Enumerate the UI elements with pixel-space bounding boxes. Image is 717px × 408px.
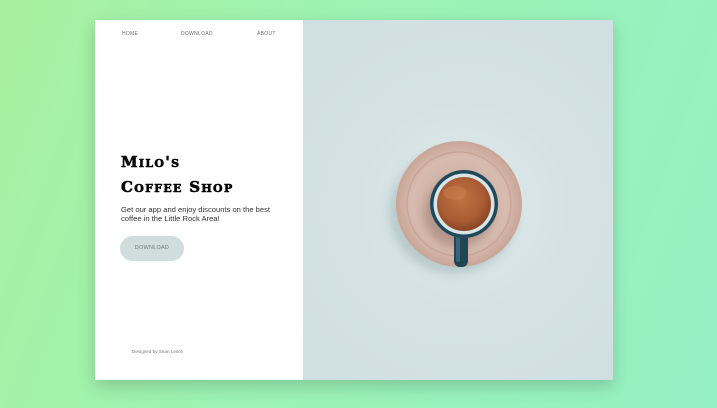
nav-link-home[interactable]: HOME — [122, 31, 138, 37]
page-title: Milo's Coffee Shop — [121, 151, 234, 198]
hero-description: Get our app and enjoy discounts on the b… — [121, 205, 271, 223]
content-panel: HOME DOWNLOAD ABOUT Milo's Coffee Shop G… — [95, 20, 303, 380]
top-nav: HOME DOWNLOAD ABOUT — [95, 31, 303, 41]
landing-card: HOME DOWNLOAD ABOUT Milo's Coffee Shop G… — [95, 20, 613, 380]
nav-link-download[interactable]: DOWNLOAD — [181, 31, 213, 37]
download-button[interactable]: DOWNLOAD — [120, 236, 184, 261]
coffee — [437, 177, 491, 231]
title-line-1: Milo's — [121, 153, 181, 172]
coffee-cup-image — [389, 141, 522, 274]
nav-link-about[interactable]: ABOUT — [257, 31, 276, 37]
title-line-2: Coffee Shop — [121, 178, 234, 197]
designer-credit: Designed by Sean Leitch — [132, 349, 184, 354]
coffee-image-panel — [303, 20, 613, 380]
